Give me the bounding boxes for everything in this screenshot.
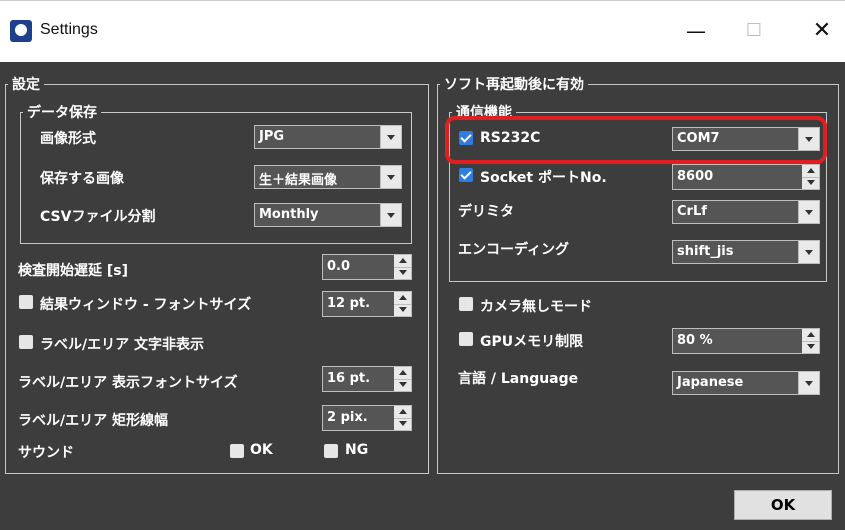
close-button[interactable]: ✕ <box>799 11 845 51</box>
result-window-font-label: 結果ウィンドウ - フォントサイズ <box>40 297 252 313</box>
socket-label: Socket ポートNo. <box>480 170 607 186</box>
language-value: Japanese <box>677 375 744 390</box>
spinner-buttons <box>394 367 411 391</box>
inspection-delay-spinner[interactable]: 0.0 <box>322 254 412 280</box>
restart-required-legend: ソフト再起動後に有効 <box>444 77 584 93</box>
gpu-limit-value: 80 % <box>677 333 713 348</box>
sound-ok-checkbox[interactable] <box>230 444 244 458</box>
result-window-font-value: 12 pt. <box>327 296 371 311</box>
no-camera-label: カメラ無しモード <box>480 299 592 315</box>
result-window-font-spinner[interactable]: 12 pt. <box>322 291 412 317</box>
chevron-down-icon <box>798 201 819 223</box>
socket-checkbox[interactable] <box>459 168 473 182</box>
chevron-down-icon <box>380 166 401 188</box>
title-bar: Settings — ☐ ✕ <box>0 0 845 62</box>
image-format-label: 画像形式 <box>40 131 96 147</box>
csv-split-select[interactable]: Monthly <box>254 203 402 227</box>
encoding-select[interactable]: shift_jis <box>672 240 820 264</box>
delimiter-select[interactable]: CrLf <box>672 200 820 224</box>
csv-split-label: CSVファイル分割 <box>40 209 156 225</box>
language-select[interactable]: Japanese <box>672 371 820 395</box>
socket-port-spinner[interactable]: 8600 <box>672 164 820 190</box>
hide-label-text-checkbox[interactable] <box>19 335 33 349</box>
gpu-limit-label: GPUメモリ制限 <box>480 334 584 350</box>
label-rect-width-spinner[interactable]: 2 pix. <box>322 405 412 431</box>
saved-images-label: 保存する画像 <box>40 171 124 187</box>
csv-split-value: Monthly <box>259 207 319 222</box>
inspection-delay-value: 0.0 <box>327 259 351 274</box>
encoding-label: エンコーディング <box>458 242 570 258</box>
spin-down-icon[interactable] <box>802 177 819 189</box>
spin-down-icon[interactable] <box>394 379 411 391</box>
gpu-limit-spinner[interactable]: 80 % <box>672 328 820 354</box>
spinner-buttons <box>394 292 411 316</box>
spin-down-icon[interactable] <box>394 267 411 279</box>
label-rect-width-value: 2 pix. <box>327 410 368 425</box>
saved-images-select[interactable]: 生＋結果画像 <box>254 165 402 189</box>
image-format-select[interactable]: JPG <box>254 125 402 149</box>
saved-images-value: 生＋結果画像 <box>259 173 338 188</box>
spin-down-icon[interactable] <box>394 304 411 316</box>
label-font-size-spinner[interactable]: 16 pt. <box>322 366 412 392</box>
data-save-legend: データ保存 <box>27 105 97 121</box>
spinner-buttons <box>802 165 819 189</box>
delimiter-value: CrLf <box>677 204 707 219</box>
maximize-button[interactable]: ☐ <box>731 11 777 51</box>
label-font-size-label: ラベル/エリア 表示フォントサイズ <box>18 375 238 391</box>
sound-ng-checkbox[interactable] <box>324 444 338 458</box>
ok-button[interactable]: OK <box>734 490 832 520</box>
sound-label: サウンド <box>18 445 74 461</box>
settings-window: Settings — ☐ ✕ 設定 データ保存 画像形式 JPG 保存する画像 … <box>0 0 845 530</box>
no-camera-checkbox[interactable] <box>459 297 473 311</box>
result-window-font-checkbox[interactable] <box>19 295 33 309</box>
app-icon <box>10 20 32 42</box>
rs232c-highlight-box <box>445 116 827 164</box>
spin-down-icon[interactable] <box>802 341 819 353</box>
chevron-down-icon <box>380 204 401 226</box>
encoding-value: shift_jis <box>677 244 734 259</box>
minimize-button[interactable]: — <box>673 11 719 51</box>
chevron-down-icon <box>380 126 401 148</box>
spin-down-icon[interactable] <box>394 418 411 430</box>
inspection-delay-label: 検査開始遅延 [s] <box>18 263 129 279</box>
chevron-down-icon <box>798 241 819 263</box>
socket-port-value: 8600 <box>677 169 714 184</box>
delimiter-label: デリミタ <box>458 204 514 220</box>
chevron-down-icon <box>798 372 819 394</box>
window-title: Settings <box>40 21 98 38</box>
sound-ok-label: OK <box>250 442 273 458</box>
gpu-limit-checkbox[interactable] <box>459 332 473 346</box>
hide-label-text-label: ラベル/エリア 文字非表示 <box>40 337 204 353</box>
language-label: 言語 / Language <box>458 371 579 387</box>
image-format-value: JPG <box>259 129 285 144</box>
label-rect-width-label: ラベル/エリア 矩形線幅 <box>18 413 168 429</box>
spinner-buttons <box>394 255 411 279</box>
settings-group-legend: 設定 <box>12 77 40 93</box>
label-font-size-value: 16 pt. <box>327 371 371 386</box>
sound-ng-label: NG <box>345 442 369 458</box>
spinner-buttons <box>394 406 411 430</box>
spinner-buttons <box>802 329 819 353</box>
